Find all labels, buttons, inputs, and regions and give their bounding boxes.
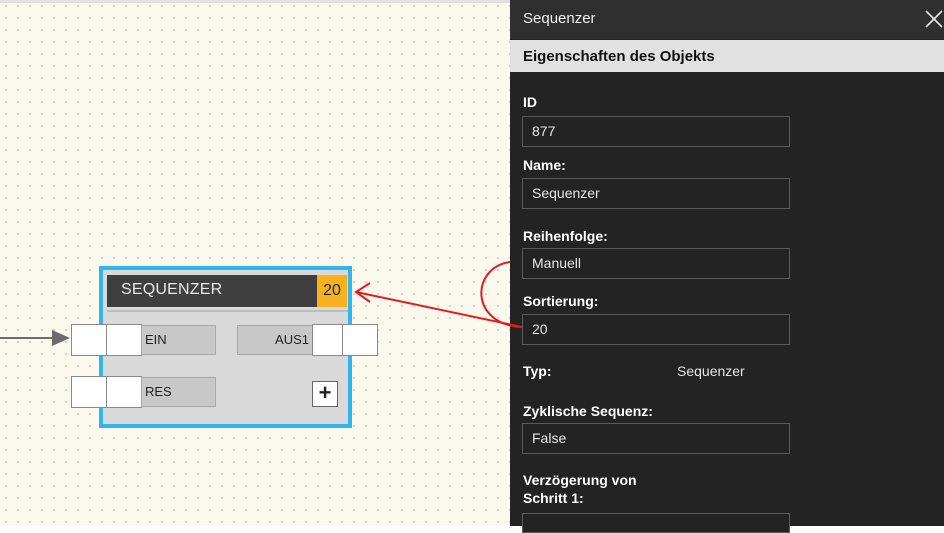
order-label: Reihenfolge:	[523, 228, 608, 244]
name-label: Name:	[523, 157, 566, 173]
input-port-res[interactable]	[106, 376, 142, 408]
delay-label-line2: Schritt 1:	[523, 490, 584, 506]
cyclic-field[interactable]: False	[522, 423, 790, 454]
delay-label-line1: Verzögerung von	[523, 472, 637, 488]
type-value: Sequenzer	[677, 363, 745, 379]
output-port-aus1-outer[interactable]	[342, 324, 378, 356]
input-port-ein[interactable]	[106, 324, 142, 356]
sort-field[interactable]: 20	[522, 314, 790, 345]
input-label-ein: EIN	[141, 325, 216, 355]
cyclic-label: Zyklische Sequenz:	[523, 403, 653, 419]
block-header[interactable]: SEQUENZER	[107, 275, 317, 307]
name-field[interactable]: Sequenzer	[522, 178, 790, 209]
diagram-canvas[interactable]: SEQUENZER 20 EIN RES AUS1 +	[0, 0, 510, 526]
type-label: Typ:	[523, 363, 552, 379]
add-icon[interactable]: +	[312, 381, 338, 407]
block-divider	[107, 310, 348, 312]
input-port-ein-outer[interactable]	[71, 324, 107, 356]
canvas-top-border	[0, 0, 510, 3]
sort-label: Sortierung:	[523, 293, 599, 309]
input-port-res-outer[interactable]	[71, 376, 107, 408]
connection-arrow-icon[interactable]	[0, 326, 80, 356]
delay-field[interactable]	[522, 513, 790, 533]
properties-panel: Sequenzer Eigenschaften des Objekts ID 8…	[510, 0, 944, 533]
close-icon[interactable]	[922, 8, 944, 30]
panel-title: Sequenzer	[523, 10, 596, 27]
block-sort-badge: 20	[317, 275, 347, 307]
panel-titlebar: Sequenzer	[510, 0, 944, 39]
output-label-aus1: AUS1	[237, 325, 313, 355]
block-title: SEQUENZER	[121, 281, 223, 298]
input-label-res: RES	[141, 377, 216, 407]
panel-subheader: Eigenschaften des Objekts	[510, 40, 944, 72]
id-label: ID	[523, 94, 537, 110]
order-field[interactable]: Manuell	[522, 248, 790, 279]
id-field[interactable]: 877	[522, 116, 790, 147]
panel-subtitle: Eigenschaften des Objekts	[523, 48, 715, 65]
